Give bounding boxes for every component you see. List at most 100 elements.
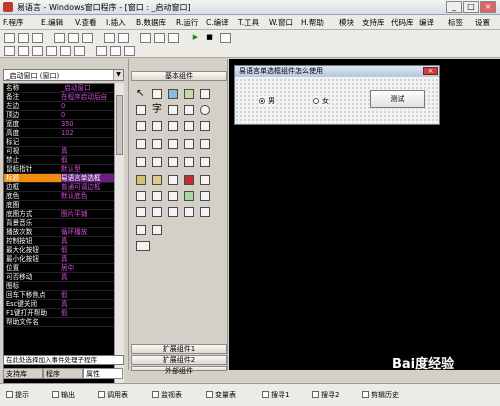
basic-components-header[interactable]: 基本组件 xyxy=(131,71,227,81)
timer-icon[interactable] xyxy=(136,157,146,167)
image-icon[interactable] xyxy=(184,89,194,99)
text-icon[interactable]: 字 xyxy=(152,105,162,115)
menu-edit[interactable]: E.编辑 xyxy=(41,17,63,28)
client-icon[interactable] xyxy=(152,225,162,235)
picture-box-icon[interactable] xyxy=(168,89,178,99)
property-row[interactable]: 图标 xyxy=(4,282,115,291)
property-row[interactable]: 禁止假 xyxy=(4,156,115,165)
align-right-icon[interactable] xyxy=(32,46,43,56)
object-selector[interactable]: _启动窗口 (窗口) ▼ xyxy=(3,69,124,81)
odbc-icon[interactable] xyxy=(136,241,150,251)
menu-help[interactable]: H.帮助 xyxy=(301,17,324,28)
odbc-provider-icon[interactable] xyxy=(136,207,146,217)
file-box-icon[interactable] xyxy=(168,175,178,185)
minimize-button[interactable]: _ xyxy=(446,1,462,13)
close-button[interactable]: × xyxy=(480,1,496,13)
tab-properties[interactable]: 属性 xyxy=(83,368,123,379)
menu-support-lib[interactable]: 支持库 xyxy=(362,17,385,28)
property-row[interactable]: 标记 xyxy=(4,138,115,147)
run-icon[interactable]: ▶ xyxy=(190,33,201,43)
color-picker-icon[interactable] xyxy=(184,175,194,185)
property-row[interactable]: F1键打开帮助假 xyxy=(4,309,115,318)
align-top-icon[interactable] xyxy=(46,46,57,56)
tab-watch-table[interactable]: 监视表 xyxy=(152,390,182,401)
tab-search-1[interactable]: 搜寻1 xyxy=(262,390,289,401)
step-icon[interactable] xyxy=(220,33,231,43)
printer-icon[interactable] xyxy=(152,157,162,167)
external-components-button[interactable]: 外部组件 xyxy=(131,366,227,375)
combobox-icon[interactable] xyxy=(168,121,178,131)
server-icon[interactable] xyxy=(136,225,146,235)
property-row[interactable]: 背景音乐 xyxy=(4,219,115,228)
maximize-button[interactable]: □ xyxy=(463,1,479,13)
tab-call-table[interactable]: 调用表 xyxy=(98,390,128,401)
menu-tools[interactable]: T.工具 xyxy=(238,17,259,28)
undo-icon[interactable] xyxy=(104,33,115,43)
ext-components-2-button[interactable]: 扩展组件2 xyxy=(131,355,227,365)
tab-control-icon[interactable] xyxy=(200,139,210,149)
align-bottom-icon[interactable] xyxy=(74,46,85,56)
layout-icon-1[interactable] xyxy=(140,33,151,43)
property-row[interactable]: 备注 在程序启动后自 xyxy=(4,93,115,102)
radio-male[interactable]: 男 xyxy=(259,96,275,106)
radio-icon[interactable] xyxy=(200,105,210,115)
property-row[interactable]: 鼠标指针 默认型 xyxy=(4,165,115,174)
property-row[interactable]: 控制按钮真 xyxy=(4,237,115,246)
menu-tag[interactable]: 标签 xyxy=(448,17,463,28)
pointer-icon[interactable]: ↖ xyxy=(136,89,146,99)
menu-insert[interactable]: I.插入 xyxy=(106,17,126,28)
tab-support-lib[interactable]: 支持库 xyxy=(3,368,43,379)
property-row[interactable]: 可否移动真 xyxy=(4,273,115,282)
property-row[interactable]: 帮助文件名 xyxy=(4,318,115,327)
property-row[interactable]: Esc键关闭真 xyxy=(4,300,115,309)
serial-port-icon[interactable] xyxy=(200,207,210,217)
general-dialog-icon[interactable] xyxy=(152,191,162,201)
stop-icon[interactable]: ■ xyxy=(204,33,215,43)
chart-icon[interactable] xyxy=(152,207,162,217)
test-button[interactable]: 测试 xyxy=(370,90,425,108)
align-middle-icon[interactable] xyxy=(60,46,71,56)
menu-compile-right[interactable]: 编译 xyxy=(419,17,434,28)
data-source-icon[interactable] xyxy=(168,191,178,201)
date-icon[interactable] xyxy=(184,157,194,167)
form-close-icon[interactable]: × xyxy=(423,67,438,75)
provider-icon[interactable] xyxy=(184,191,194,201)
design-form[interactable]: 易语言单选框组件怎么使用 × 男 女 测试 xyxy=(234,65,440,125)
folder-box-icon[interactable] xyxy=(152,175,162,185)
label-icon[interactable] xyxy=(152,89,162,99)
radio-female[interactable]: 女 xyxy=(313,96,329,106)
ext-components-1-button[interactable]: 扩展组件1 xyxy=(131,344,227,354)
property-row[interactable]: 底图方式 图片平铺 xyxy=(4,210,115,219)
redo-icon[interactable] xyxy=(118,33,129,43)
property-row[interactable]: 底色 默认底色 xyxy=(4,192,115,201)
edit-icon[interactable] xyxy=(200,89,210,99)
property-row[interactable]: 高度 102 xyxy=(4,129,115,138)
copy-icon[interactable] xyxy=(68,33,79,43)
socket-icon[interactable] xyxy=(184,207,194,217)
chevron-down-icon[interactable]: ▼ xyxy=(113,70,123,80)
tab-search-2[interactable]: 搜寻2 xyxy=(312,390,339,401)
menu-code-lib[interactable]: 代码库 xyxy=(391,17,414,28)
menu-module[interactable]: 模块 xyxy=(339,17,354,28)
frame-icon[interactable] xyxy=(136,105,146,115)
progress-icon[interactable] xyxy=(168,139,178,149)
scrollbar-thumb[interactable] xyxy=(116,95,123,155)
vscroll-icon[interactable] xyxy=(152,139,162,149)
property-row[interactable]: 名称 _启动窗口 xyxy=(4,84,115,93)
tab-hint[interactable]: 提示 xyxy=(6,390,29,401)
hscroll-icon[interactable] xyxy=(136,139,146,149)
tab-clip-history[interactable]: 剪辑历史 xyxy=(362,390,399,401)
property-row[interactable]: 最大化按钮假 xyxy=(4,246,115,255)
menu-view[interactable]: V.查看 xyxy=(75,17,97,28)
property-row[interactable]: 宽度 350 xyxy=(4,120,115,129)
property-row[interactable]: 回车下移焦点假 xyxy=(4,291,115,300)
save-icon[interactable] xyxy=(32,33,43,43)
property-row[interactable]: 可视真 xyxy=(4,147,115,156)
layout-icon-3[interactable] xyxy=(168,33,179,43)
property-row[interactable]: 播放次数 循环播放 xyxy=(4,228,115,237)
event-help-box[interactable]: 在此处选择加入事件处理子程序 xyxy=(3,355,124,365)
menu-window[interactable]: W.窗口 xyxy=(269,17,293,28)
cut-icon[interactable] xyxy=(54,33,65,43)
same-height-icon[interactable] xyxy=(110,46,121,56)
property-row-selected[interactable]: 标题 易语言单选框 xyxy=(4,174,115,183)
